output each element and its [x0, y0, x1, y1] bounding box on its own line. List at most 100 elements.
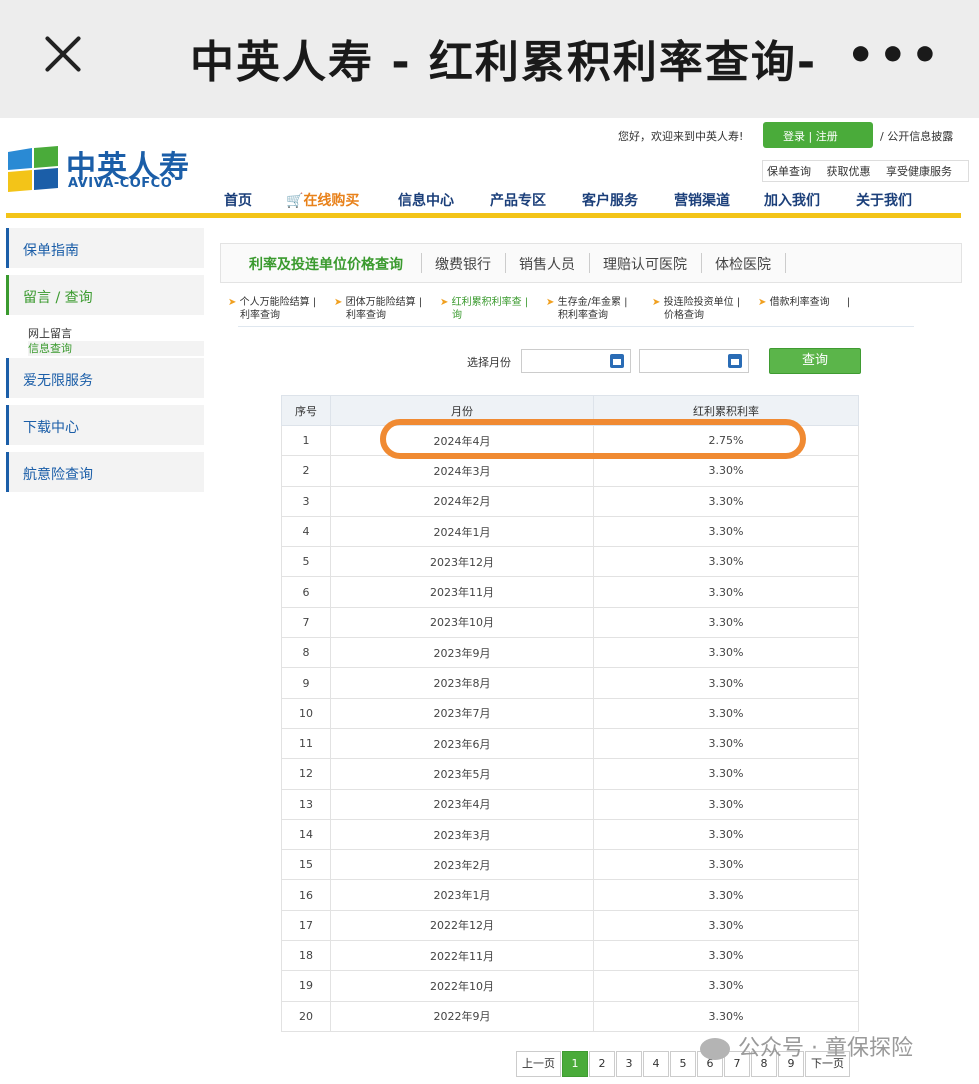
table-row: 4 2024年1月 3.30%: [281, 515, 859, 548]
table-row: 10 2023年7月 3.30%: [281, 697, 859, 729]
register-link[interactable]: 注册: [816, 130, 838, 143]
sidebar-sub-info-query[interactable]: 信息查询: [28, 341, 204, 356]
cell-rate: 3.30%: [593, 697, 859, 729]
table-row: 5 2023年12月 3.30%: [281, 546, 859, 578]
nav-channels[interactable]: 营销渠道: [674, 190, 730, 210]
policy-query-link[interactable]: 保单查询: [767, 165, 811, 178]
app-title-bar: 中英人寿 - 红利累积利率查询- •••: [0, 0, 979, 118]
cell-month: 2022年11月: [330, 940, 594, 972]
divider: [238, 326, 914, 327]
tab-exam-hospitals[interactable]: 体检医院: [715, 254, 771, 274]
health-service-link[interactable]: 享受健康服务: [886, 165, 952, 178]
page-title: 中英人寿 - 红利累积利率查询-: [190, 37, 818, 88]
cell-month: 2023年2月: [330, 849, 594, 881]
cell-rate: 3.30%: [593, 788, 859, 820]
arrow-icon: ➤: [334, 297, 343, 308]
table-row: 6 2023年11月 3.30%: [281, 576, 859, 608]
cell-index: 14: [281, 818, 331, 851]
cell-index: 8: [281, 637, 331, 669]
sidebar-sub-online-message[interactable]: 网上留言: [28, 326, 204, 341]
cell-rate: 3.30%: [593, 667, 859, 699]
cell-index: 2: [281, 455, 331, 487]
cell-month: 2023年8月: [330, 667, 594, 699]
cell-rate: 3.30%: [593, 758, 859, 790]
header-divider: [6, 213, 961, 218]
header-index: 序号: [281, 395, 331, 426]
nav-about-us[interactable]: 关于我们: [856, 190, 912, 210]
nav-join-us[interactable]: 加入我们: [764, 190, 820, 210]
cell-rate: 3.30%: [593, 818, 859, 851]
nav-home[interactable]: 首页: [224, 190, 252, 210]
sidebar-item-message-query[interactable]: 留言 / 查询: [6, 275, 204, 315]
sublink-dividend-rate[interactable]: ➤ 红利累积利率查 | 询: [440, 296, 528, 322]
sidebar-item-policy-guide[interactable]: 保单指南: [6, 228, 204, 268]
cell-index: 16: [281, 879, 331, 911]
close-icon[interactable]: [42, 32, 84, 74]
page-2-button[interactable]: 2: [589, 1051, 615, 1077]
arrow-icon: ➤: [546, 297, 555, 308]
welcome-text: 您好，欢迎来到中英人寿!: [618, 130, 744, 143]
highlight-circle: [380, 419, 806, 459]
table-row: 13 2023年4月 3.30%: [281, 788, 859, 820]
sublink-unit-price[interactable]: ➤ 投连险投资单位 | 价格查询: [652, 296, 740, 322]
start-month-input[interactable]: [521, 349, 631, 373]
page-1-button[interactable]: 1: [562, 1051, 588, 1077]
nav-info-center[interactable]: 信息中心: [398, 190, 454, 210]
get-offer-link[interactable]: 获取优惠: [827, 165, 871, 178]
cell-index: 13: [281, 788, 331, 820]
query-button[interactable]: 查询: [769, 348, 861, 374]
calendar-icon[interactable]: [610, 354, 624, 368]
wechat-icon: [700, 1038, 730, 1060]
sub-navigation: ➤ 个人万能险结算 | 利率查询 ➤ 团体万能险结算 | 利率查询 ➤ 红利累积利率…: [228, 296, 928, 326]
nav-customer-service[interactable]: 客户服务: [582, 190, 638, 210]
cell-month: 2023年11月: [330, 576, 594, 608]
service-links: 保单查询 获取优惠 享受健康服务: [762, 160, 969, 182]
table-row: 14 2023年3月 3.30%: [281, 818, 859, 851]
sublink-annuity-rate[interactable]: ➤ 生存金/年金累 | 积利率查询: [546, 296, 628, 322]
page-3-button[interactable]: 3: [616, 1051, 642, 1077]
cell-month: 2023年6月: [330, 727, 594, 760]
cell-rate: 3.30%: [593, 849, 859, 881]
cell-rate: 3.30%: [593, 879, 859, 911]
cell-index: 7: [281, 606, 331, 639]
cell-rate: 3.30%: [593, 940, 859, 972]
sublink-loan-rate[interactable]: ➤ 借款利率查询 |: [758, 296, 850, 309]
page-4-button[interactable]: 4: [643, 1051, 669, 1077]
nav-buy-online[interactable]: 🛒在线购买: [286, 190, 359, 210]
prev-page-button[interactable]: 上一页: [516, 1051, 561, 1077]
sublink-group-universal[interactable]: ➤ 团体万能险结算 | 利率查询: [334, 296, 422, 322]
table-row: 9 2023年8月 3.30%: [281, 667, 859, 699]
cell-month: 2023年5月: [330, 758, 594, 790]
tab-separator: [785, 253, 786, 273]
cell-rate: 3.30%: [593, 637, 859, 669]
login-link[interactable]: 登录: [783, 130, 805, 143]
sublink-personal-universal[interactable]: ➤ 个人万能险结算 | 利率查询: [228, 296, 316, 322]
cell-month: 2023年1月: [330, 879, 594, 911]
logo-icon: [8, 146, 58, 192]
sidebar-item-love-service[interactable]: 爱无限服务: [6, 358, 204, 398]
more-options-icon[interactable]: •••: [847, 30, 943, 81]
tab-separator: [589, 253, 590, 273]
cell-index: 11: [281, 727, 331, 760]
tab-separator: [701, 253, 702, 273]
separator: |: [808, 130, 816, 143]
sidebar-item-flight-insurance[interactable]: 航意险查询: [6, 452, 204, 492]
tab-claim-hospitals[interactable]: 理赔认可医院: [603, 254, 687, 274]
page-5-button[interactable]: 5: [670, 1051, 696, 1077]
cell-month: 2024年1月: [330, 515, 594, 548]
cell-index: 4: [281, 515, 331, 548]
nav-products[interactable]: 产品专区: [490, 190, 546, 210]
cell-month: 2023年4月: [330, 788, 594, 820]
cell-rate: 3.30%: [593, 727, 859, 760]
tab-rates-prices[interactable]: 利率及投连单位价格查询: [249, 254, 403, 274]
end-month-input[interactable]: [639, 349, 749, 373]
table-row: 16 2023年1月 3.30%: [281, 879, 859, 911]
tab-sales-staff[interactable]: 销售人员: [519, 254, 575, 274]
disclosure-link[interactable]: / 公开信息披露: [880, 128, 953, 144]
sidebar-item-download[interactable]: 下载中心: [6, 405, 204, 445]
cell-rate: 3.30%: [593, 970, 859, 1002]
table-row: 17 2022年12月 3.30%: [281, 909, 859, 942]
calendar-icon[interactable]: [728, 354, 742, 368]
cell-month: 2022年10月: [330, 970, 594, 1002]
tab-payment-banks[interactable]: 缴费银行: [435, 254, 491, 274]
